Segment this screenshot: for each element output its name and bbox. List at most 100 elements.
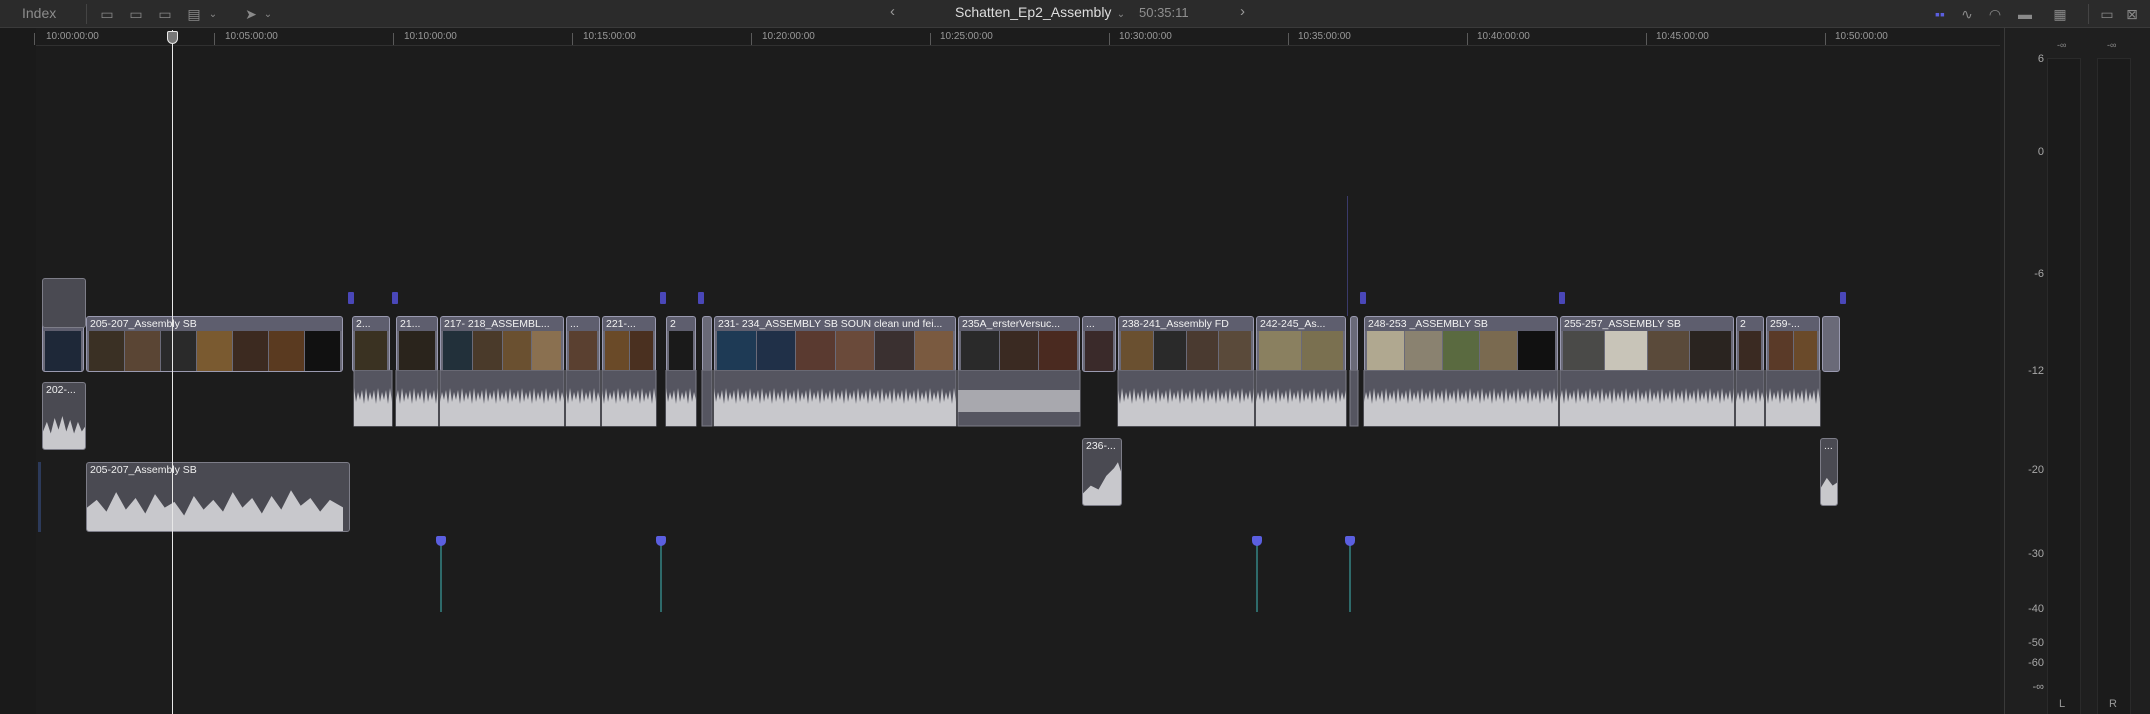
snapping-icon[interactable]: ▬ <box>2014 4 2036 24</box>
marker-pin[interactable] <box>1345 536 1355 546</box>
clip-filmstrip <box>717 331 953 371</box>
solo-icon[interactable]: ◠ <box>1984 4 2006 24</box>
meter-scale-label: -60 <box>2028 657 2044 669</box>
connected-audio-clip[interactable]: ... <box>1820 438 1838 506</box>
meter-scale-label: -40 <box>2028 603 2044 615</box>
clip-marker[interactable] <box>660 292 666 304</box>
clip-title: 217- 218_ASSEMBL... <box>441 317 563 331</box>
meter-scale-label: -20 <box>2028 464 2044 476</box>
clip-marker[interactable] <box>1559 292 1565 304</box>
ruler-tick <box>751 33 752 45</box>
ruler-tick <box>1288 33 1289 45</box>
marker-stem <box>660 536 662 612</box>
meter-left <box>2047 58 2081 714</box>
clip[interactable]: 2 <box>666 316 696 372</box>
insert-clip-icon[interactable]: ▭ <box>125 4 147 24</box>
ruler-label: 10:10:00:00 <box>404 31 457 42</box>
inspector-icon[interactable]: ▭ <box>2096 4 2118 24</box>
append-clip-icon[interactable]: ▭ <box>96 4 118 24</box>
clip-filmstrip <box>961 331 1077 371</box>
marker-pin[interactable] <box>1252 536 1262 546</box>
back-icon[interactable]: ‹ <box>890 3 895 20</box>
clip-title: 235A_ersterVersuc... <box>959 317 1079 331</box>
clip-filmstrip <box>569 331 597 371</box>
meter-right <box>2097 58 2131 714</box>
marker-stem <box>1349 536 1351 612</box>
primary-audio-waveforms <box>353 370 1821 427</box>
connected-audio-clip[interactable]: 236-... <box>1082 438 1122 506</box>
audio-skimming-icon[interactable]: ∿ <box>1956 4 1978 24</box>
peak-right: -∞ <box>2107 40 2117 50</box>
clip[interactable]: 238-241_Assembly FD <box>1118 316 1254 372</box>
clip[interactable]: 235A_ersterVersuc... <box>958 316 1080 372</box>
ruler-label: 10:25:00:00 <box>940 31 993 42</box>
clip[interactable] <box>1822 316 1840 372</box>
connected-audio-clip[interactable] <box>42 278 86 328</box>
clip[interactable]: 221-... <box>602 316 656 372</box>
channel-right-label: R <box>2109 698 2117 710</box>
clip[interactable]: 217- 218_ASSEMBL... <box>440 316 564 372</box>
ruler-label: 10:05:00:00 <box>225 31 278 42</box>
clip-marker[interactable] <box>698 292 704 304</box>
channel-left-label: L <box>2059 698 2066 710</box>
project-title[interactable]: Schatten_Ep2_Assembly <box>955 4 1111 20</box>
connection-line <box>38 462 41 532</box>
ruler-tick <box>1467 33 1468 45</box>
clip-filmstrip <box>89 331 340 371</box>
clip-filmstrip <box>1085 331 1113 371</box>
clip-appearance-icon[interactable]: ▦ <box>2049 4 2071 24</box>
ruler-tick <box>1825 33 1826 45</box>
timeline-toolbar: Index ▭ ▭ ▭ ▤ ⌄ ➤ ⌄ ‹ Schatten_Ep2_Assem… <box>0 0 2150 28</box>
clip-filmstrip <box>1121 331 1251 371</box>
clip-title: 248-253 _ASSEMBLY SB <box>1365 317 1557 331</box>
skimming-icon[interactable]: ▪▪ <box>1929 4 1951 24</box>
ruler-label: 10:00:00:00 <box>46 31 99 42</box>
marker-pin[interactable] <box>656 536 666 546</box>
index-button[interactable]: Index <box>22 5 56 21</box>
connect-clip-icon[interactable]: ▭ <box>154 4 176 24</box>
clip[interactable]: 21... <box>396 316 438 372</box>
clip-marker[interactable] <box>1360 292 1366 304</box>
connected-audio-clip[interactable]: 205-207_Assembly SB <box>86 462 350 532</box>
ruler-label: 10:45:00:00 <box>1656 31 1709 42</box>
clip[interactable]: 2... <box>352 316 390 372</box>
clip[interactable]: ... <box>566 316 600 372</box>
clip[interactable]: 205-207_Assembly SB <box>86 316 343 372</box>
clip-title: ... <box>1083 317 1115 331</box>
clip[interactable] <box>1350 316 1358 372</box>
clip[interactable]: 242-245_As... <box>1256 316 1346 372</box>
playhead-handle[interactable] <box>167 31 178 44</box>
clip-title: 259-... <box>1767 317 1819 331</box>
meter-scale-label: -12 <box>2028 365 2044 377</box>
clip-title: 242-245_As... <box>1257 317 1345 331</box>
clip[interactable] <box>702 316 712 372</box>
meter-scale-label: -30 <box>2028 548 2044 560</box>
clip[interactable]: ... <box>1082 316 1116 372</box>
marker-pin[interactable] <box>436 536 446 546</box>
chevron-down-icon[interactable]: ⌄ <box>1110 4 1132 24</box>
ruler-tick <box>393 33 394 45</box>
peak-left: -∞ <box>2057 40 2067 50</box>
marker-stem <box>440 536 442 612</box>
clip-filmstrip <box>1367 331 1555 371</box>
timeline-ruler[interactable]: 10:00:00:00 10:05:00:00 10:10:00:00 10:1… <box>34 28 2000 46</box>
clip-filmstrip <box>45 331 81 371</box>
ruler-label: 10:30:00:00 <box>1119 31 1172 42</box>
chevron-down-icon[interactable]: ⌄ <box>202 4 224 24</box>
clip-marker[interactable] <box>348 292 354 304</box>
clip-filmstrip <box>1739 331 1761 371</box>
chevron-down-icon[interactable]: ⌄ <box>257 4 279 24</box>
clip[interactable]: 231- 234_ASSEMBLY SB SOUN clean und fei.… <box>714 316 956 372</box>
clip[interactable]: 255-257_ASSEMBLY SB <box>1560 316 1734 372</box>
clip-title: ... <box>1824 440 1833 452</box>
playhead[interactable] <box>172 30 173 714</box>
clip[interactable]: 248-253 _ASSEMBLY SB <box>1364 316 1558 372</box>
forward-icon[interactable]: › <box>1240 3 1245 20</box>
clip-title: 236-... <box>1086 440 1116 452</box>
clip[interactable]: 2 <box>1736 316 1764 372</box>
close-panel-icon[interactable]: ⊠ <box>2121 4 2143 24</box>
clip-filmstrip <box>1769 331 1817 371</box>
clip-marker[interactable] <box>392 292 398 304</box>
clip[interactable]: 259-... <box>1766 316 1820 372</box>
clip-marker[interactable] <box>1840 292 1846 304</box>
